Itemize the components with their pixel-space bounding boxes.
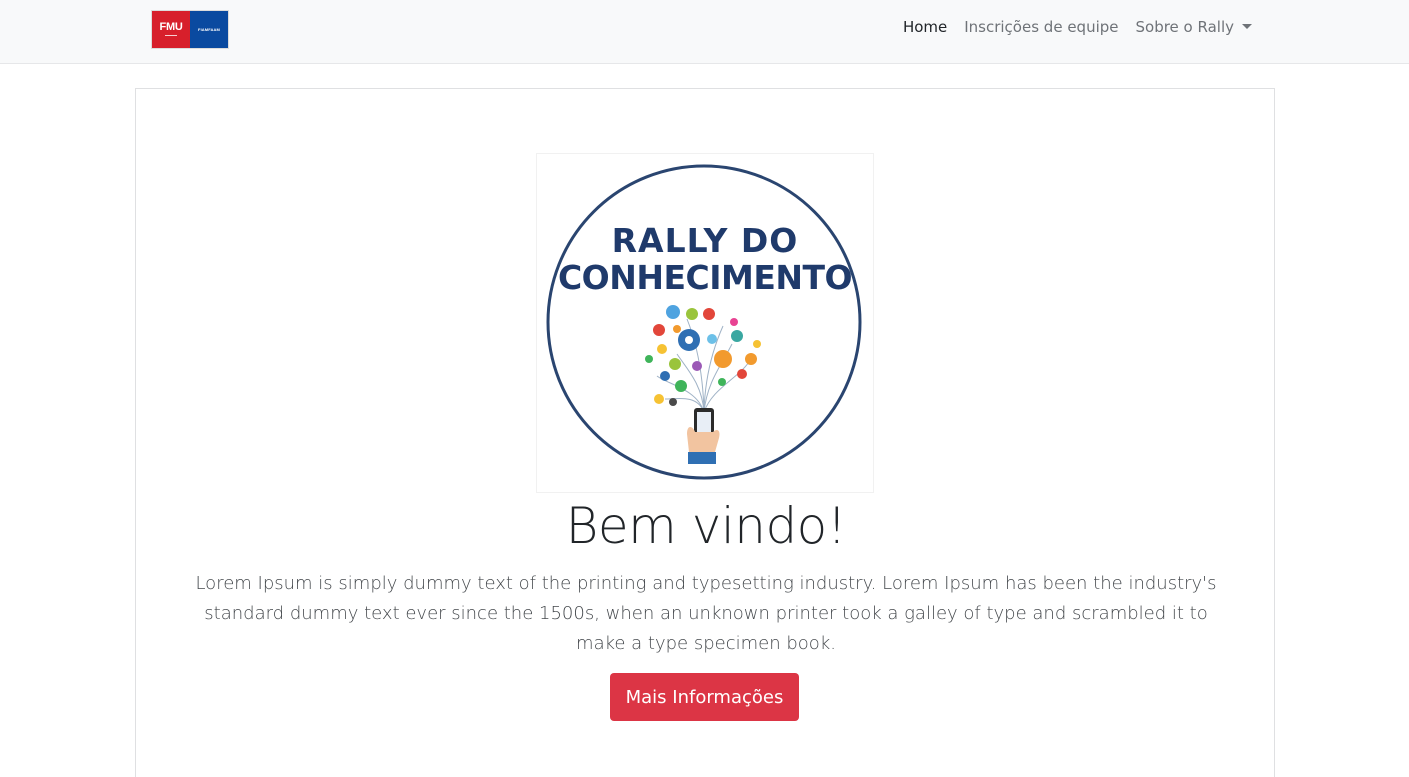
brand-logo[interactable]: FMU ▬▬▬▬ FIAMFAAM [151,10,229,49]
nav-link-home[interactable]: Home [903,18,947,36]
caret-down-icon [1242,24,1252,29]
nav-dropdown-sobre[interactable]: Sobre o Rally [1135,18,1252,36]
main-card: RALLY DO CONHECIMENTO Bem vindo! Lorem I… [135,88,1275,777]
nav-link-inscricoes[interactable]: Inscrições de equipe [964,18,1118,36]
page-title: Bem vindo! [565,497,847,555]
brand-logo-fmu-text: FMU [159,21,183,33]
navbar: FMU ▬▬▬▬ FIAMFAAM Home Inscrições de equ… [0,0,1409,64]
app-icons-tree-icon [645,305,761,413]
nav-dropdown-sobre-label: Sobre o Rally [1135,18,1235,36]
phone-hand-icon [687,408,720,464]
brand-logo-fiamfaam: FIAMFAAM [190,11,228,48]
rally-logo: RALLY DO CONHECIMENTO [536,153,874,493]
logo-text-line1: RALLY DO [612,221,799,260]
lead-text: Lorem Ipsum is simply dummy text of the … [195,573,1217,654]
logo-text-line2: CONHECIMENTO [558,258,852,297]
brand-logo-underline: ▬▬▬▬ [165,33,177,37]
nav-links: Home Inscrições de equipe Sobre o Rally [903,18,1252,36]
brand-logo-fmu: FMU ▬▬▬▬ [152,11,190,48]
more-info-button[interactable]: Mais Informações [610,673,799,721]
rally-logo-graphic: RALLY DO CONHECIMENTO [546,164,862,480]
